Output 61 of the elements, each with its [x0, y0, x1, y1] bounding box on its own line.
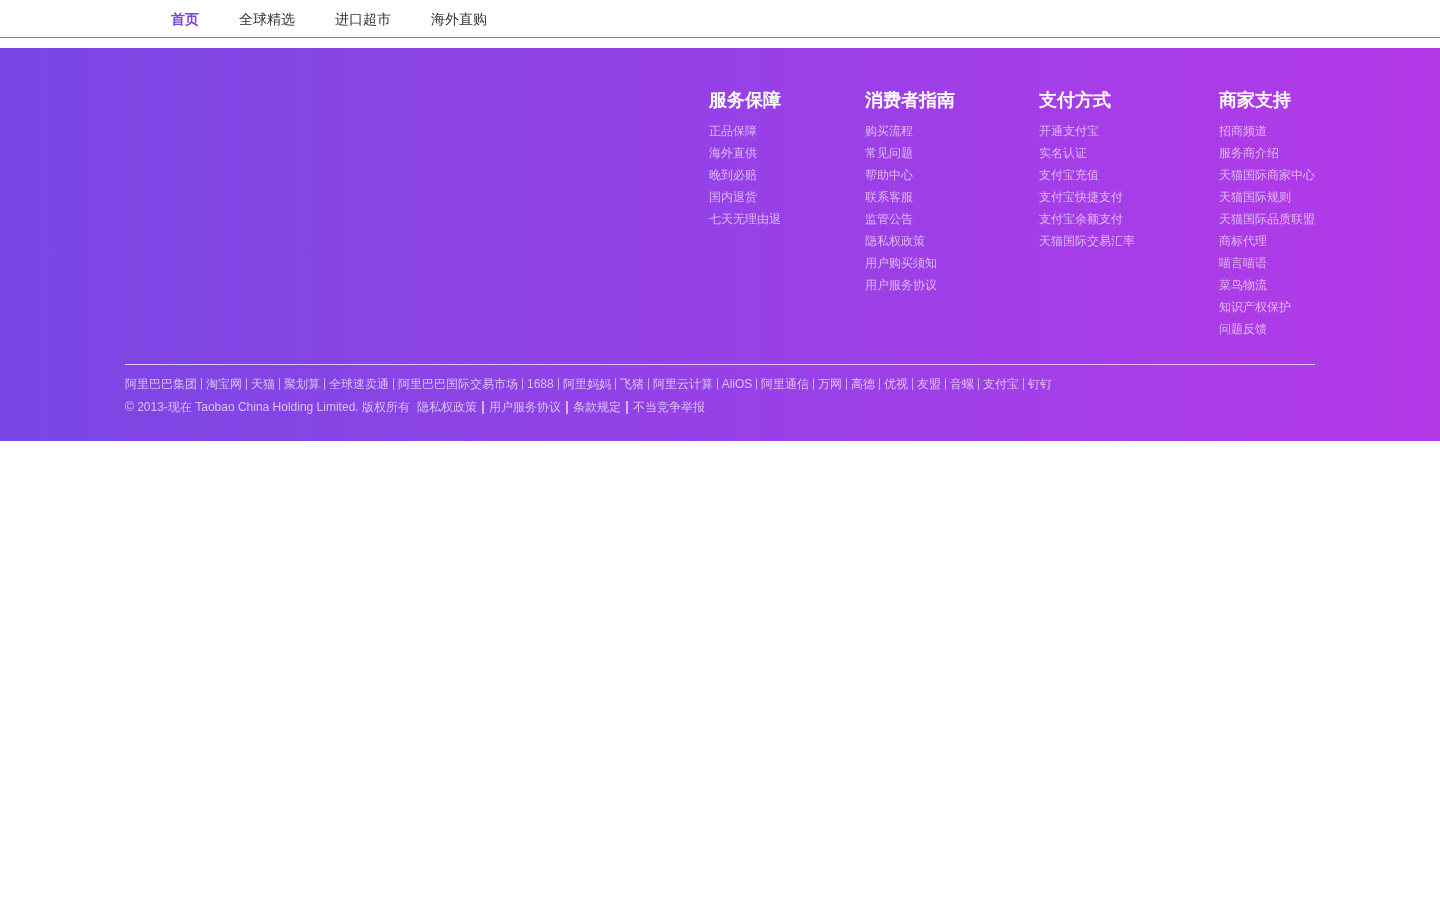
column-heading: 支付方式 — [1039, 89, 1111, 112]
partner-link[interactable]: 阿里巴巴集团 — [125, 374, 197, 394]
footer-link[interactable]: 用户服务协议 — [865, 274, 937, 296]
legal-link[interactable]: 隐私权政策 — [417, 397, 477, 417]
footer-link[interactable]: 支付宝余额支付 — [1039, 208, 1123, 230]
partner-link[interactable]: AliOS — [721, 374, 753, 394]
footer-link[interactable]: 天猫国际商家中心 — [1219, 164, 1315, 186]
footer-link[interactable]: 隐私权政策 — [865, 230, 925, 252]
footer-link[interactable]: 实名认证 — [1039, 142, 1087, 164]
partner-link[interactable]: 优视 — [884, 374, 909, 394]
footer-link[interactable]: 监管公告 — [865, 208, 913, 230]
footer-link[interactable]: 帮助中心 — [865, 164, 913, 186]
partner-link[interactable]: 1688 — [527, 374, 554, 394]
footer-link[interactable]: 海外直供 — [709, 142, 757, 164]
column-heading: 消费者指南 — [865, 89, 955, 112]
partner-link[interactable]: 万网 — [818, 374, 843, 394]
nav-tab[interactable]: 首页 — [151, 8, 219, 29]
nav-tab[interactable]: 海外直购 — [411, 8, 507, 29]
footer-link[interactable]: 联系客服 — [865, 186, 913, 208]
partner-link[interactable]: 音螺 — [950, 374, 975, 394]
footer-link[interactable]: 常见问题 — [865, 142, 913, 164]
footer-link[interactable]: 知识产权保护 — [1219, 296, 1291, 318]
nav-tab[interactable]: 进口超市 — [315, 8, 411, 29]
footer-link[interactable]: 用户购买须知 — [865, 252, 937, 274]
footer-link[interactable]: 支付宝充值 — [1039, 164, 1099, 186]
partner-link[interactable]: 高德 — [851, 374, 876, 394]
footer-link[interactable]: 正品保障 — [709, 120, 757, 142]
footer-link[interactable]: 晚到必赔 — [709, 164, 757, 186]
partner-link[interactable]: 阿里妈妈 — [562, 374, 611, 394]
partner-link[interactable]: 阿里云计算 — [652, 374, 713, 394]
footer-link[interactable]: 服务商介绍 — [1219, 142, 1279, 164]
legal-link[interactable]: 条款规定 — [573, 397, 621, 417]
partner-link[interactable]: 阿里通信 — [761, 374, 810, 394]
nav-tab[interactable]: 全球精选 — [219, 8, 315, 29]
footer-link[interactable]: 天猫国际规则 — [1219, 186, 1291, 208]
partner-link[interactable]: 友盟 — [917, 374, 942, 394]
partner-link[interactable]: 飞猪 — [619, 374, 644, 394]
footer-link[interactable]: 天猫国际品质联盟 — [1219, 208, 1315, 230]
column-heading: 商家支持 — [1219, 89, 1291, 112]
partner-link[interactable]: 阿里巴巴国际交易市场 — [398, 374, 518, 394]
legal-link[interactable]: 不当竞争举报 — [633, 397, 705, 417]
column-heading: 服务保障 — [709, 89, 781, 112]
footer-link[interactable]: 商标代理 — [1219, 230, 1267, 252]
legal-link[interactable]: 用户服务协议 — [489, 397, 561, 417]
footer-link[interactable]: 菜鸟物流 — [1219, 274, 1267, 296]
footer-link[interactable]: 购买流程 — [865, 120, 913, 142]
footer-link[interactable]: 开通支付宝 — [1039, 120, 1099, 142]
partner-link[interactable]: 淘宝网 — [206, 374, 242, 394]
copyright-text: © 2013-现在 Taobao China Holding Limited. 版权所有 — [125, 399, 410, 416]
footer-link[interactable]: 喵言喵语 — [1219, 252, 1267, 274]
partner-link[interactable]: 支付宝 — [983, 374, 1020, 394]
footer-link[interactable]: 七天无理由退 — [709, 208, 781, 230]
footer-link[interactable]: 天猫国际交易汇率 — [1039, 230, 1135, 252]
partner-link[interactable]: 聚划算 — [284, 374, 320, 394]
footer-link[interactable]: 问题反馈 — [1219, 318, 1267, 340]
footer-link[interactable]: 国内退货 — [709, 186, 757, 208]
footer-link[interactable]: 支付宝快捷支付 — [1039, 186, 1123, 208]
partner-link[interactable]: 钉钉 — [1028, 374, 1053, 394]
partner-link[interactable]: 天猫 — [251, 374, 275, 394]
partner-link[interactable]: 全球速卖通 — [329, 374, 389, 394]
footer-link[interactable]: 招商频道 — [1219, 120, 1267, 142]
